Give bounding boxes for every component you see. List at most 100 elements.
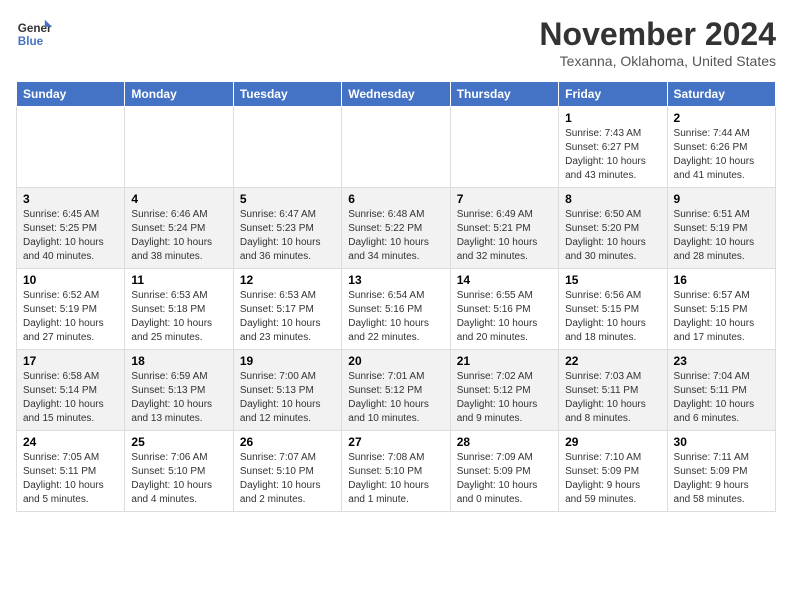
day-info: Sunrise: 6:55 AM Sunset: 5:16 PM Dayligh… <box>457 289 552 345</box>
day-number: 10 <box>23 273 118 287</box>
day-info: Sunrise: 6:50 AM Sunset: 5:20 PM Dayligh… <box>565 208 660 264</box>
day-info: Sunrise: 7:43 AM Sunset: 6:27 PM Dayligh… <box>565 127 660 183</box>
day-number: 17 <box>23 354 118 368</box>
day-number: 30 <box>674 435 769 449</box>
day-info: Sunrise: 7:08 AM Sunset: 5:10 PM Dayligh… <box>348 451 443 507</box>
day-info: Sunrise: 7:02 AM Sunset: 5:12 PM Dayligh… <box>457 370 552 426</box>
calendar-cell: 9 Sunrise: 6:51 AM Sunset: 5:19 PM Daylig… <box>667 188 775 269</box>
day-info: Sunrise: 6:49 AM Sunset: 5:21 PM Dayligh… <box>457 208 552 264</box>
logo-icon: General Blue <box>16 16 52 52</box>
logo: General Blue General Blue <box>16 16 52 52</box>
location-title: Texanna, Oklahoma, United States <box>539 53 776 69</box>
day-info: Sunrise: 7:00 AM Sunset: 5:13 PM Dayligh… <box>240 370 335 426</box>
calendar-cell <box>342 107 450 188</box>
day-number: 24 <box>23 435 118 449</box>
day-info: Sunrise: 7:11 AM Sunset: 5:09 PM Dayligh… <box>674 451 769 507</box>
calendar-cell: 8 Sunrise: 6:50 AM Sunset: 5:20 PM Daylig… <box>559 188 667 269</box>
day-number: 23 <box>674 354 769 368</box>
calendar-cell: 7 Sunrise: 6:49 AM Sunset: 5:21 PM Daylig… <box>450 188 558 269</box>
calendar-week-row: 10Sunrise: 6:52 AM Sunset: 5:19 PM Dayli… <box>17 269 776 350</box>
calendar-week-row: 1 Sunrise: 7:43 AM Sunset: 6:27 PM Daylig… <box>17 107 776 188</box>
day-number: 18 <box>131 354 226 368</box>
day-number: 21 <box>457 354 552 368</box>
day-info: Sunrise: 6:46 AM Sunset: 5:24 PM Dayligh… <box>131 208 226 264</box>
day-number: 12 <box>240 273 335 287</box>
day-info: Sunrise: 7:05 AM Sunset: 5:11 PM Dayligh… <box>23 451 118 507</box>
calendar-cell: 27 Sunrise: 7:08 AM Sunset: 5:10 PM Dayli… <box>342 431 450 512</box>
day-number: 1 <box>565 111 660 125</box>
day-number: 9 <box>674 192 769 206</box>
day-number: 2 <box>674 111 769 125</box>
calendar-cell: 24 Sunrise: 7:05 AM Sunset: 5:11 PM Dayli… <box>17 431 125 512</box>
weekday-header-row: SundayMondayTuesdayWednesdayThursdayFrid… <box>17 82 776 107</box>
day-number: 27 <box>348 435 443 449</box>
weekday-header-sunday: Sunday <box>17 82 125 107</box>
day-info: Sunrise: 6:59 AM Sunset: 5:13 PM Dayligh… <box>131 370 226 426</box>
calendar-cell: 10Sunrise: 6:52 AM Sunset: 5:19 PM Dayli… <box>17 269 125 350</box>
calendar-cell: 30 Sunrise: 7:11 AM Sunset: 5:09 PM Dayli… <box>667 431 775 512</box>
svg-text:Blue: Blue <box>18 35 44 48</box>
weekday-header-thursday: Thursday <box>450 82 558 107</box>
page-header: General Blue General Blue November 2024 … <box>16 16 776 69</box>
day-number: 5 <box>240 192 335 206</box>
day-number: 20 <box>348 354 443 368</box>
day-number: 25 <box>131 435 226 449</box>
calendar-cell: 13 Sunrise: 6:54 AM Sunset: 5:16 PM Dayli… <box>342 269 450 350</box>
weekday-header-friday: Friday <box>559 82 667 107</box>
day-number: 22 <box>565 354 660 368</box>
day-info: Sunrise: 6:58 AM Sunset: 5:14 PM Dayligh… <box>23 370 118 426</box>
month-title: November 2024 <box>539 16 776 53</box>
calendar-week-row: 17 Sunrise: 6:58 AM Sunset: 5:14 PM Dayli… <box>17 350 776 431</box>
title-area: November 2024 Texanna, Oklahoma, United … <box>539 16 776 69</box>
calendar-cell: 26 Sunrise: 7:07 AM Sunset: 5:10 PM Dayli… <box>233 431 341 512</box>
calendar-table: SundayMondayTuesdayWednesdayThursdayFrid… <box>16 81 776 512</box>
calendar-cell: 15 Sunrise: 6:56 AM Sunset: 5:15 PM Dayli… <box>559 269 667 350</box>
calendar-cell: 5 Sunrise: 6:47 AM Sunset: 5:23 PM Daylig… <box>233 188 341 269</box>
day-info: Sunrise: 6:47 AM Sunset: 5:23 PM Dayligh… <box>240 208 335 264</box>
day-number: 3 <box>23 192 118 206</box>
day-number: 11 <box>131 273 226 287</box>
day-info: Sunrise: 7:06 AM Sunset: 5:10 PM Dayligh… <box>131 451 226 507</box>
calendar-cell: 23 Sunrise: 7:04 AM Sunset: 5:11 PM Dayli… <box>667 350 775 431</box>
calendar-cell: 12 Sunrise: 6:53 AM Sunset: 5:17 PM Dayli… <box>233 269 341 350</box>
calendar-cell: 2 Sunrise: 7:44 AM Sunset: 6:26 PM Daylig… <box>667 107 775 188</box>
day-number: 6 <box>348 192 443 206</box>
day-info: Sunrise: 7:07 AM Sunset: 5:10 PM Dayligh… <box>240 451 335 507</box>
calendar-cell <box>125 107 233 188</box>
day-info: Sunrise: 6:51 AM Sunset: 5:19 PM Dayligh… <box>674 208 769 264</box>
calendar-cell: 1 Sunrise: 7:43 AM Sunset: 6:27 PM Daylig… <box>559 107 667 188</box>
calendar-cell: 18 Sunrise: 6:59 AM Sunset: 5:13 PM Dayli… <box>125 350 233 431</box>
calendar-cell: 22 Sunrise: 7:03 AM Sunset: 5:11 PM Dayli… <box>559 350 667 431</box>
day-number: 29 <box>565 435 660 449</box>
day-info: Sunrise: 6:48 AM Sunset: 5:22 PM Dayligh… <box>348 208 443 264</box>
day-info: Sunrise: 7:04 AM Sunset: 5:11 PM Dayligh… <box>674 370 769 426</box>
calendar-cell <box>450 107 558 188</box>
day-number: 8 <box>565 192 660 206</box>
calendar-cell: 25 Sunrise: 7:06 AM Sunset: 5:10 PM Dayli… <box>125 431 233 512</box>
day-number: 19 <box>240 354 335 368</box>
day-info: Sunrise: 6:45 AM Sunset: 5:25 PM Dayligh… <box>23 208 118 264</box>
calendar-cell: 4 Sunrise: 6:46 AM Sunset: 5:24 PM Daylig… <box>125 188 233 269</box>
day-number: 7 <box>457 192 552 206</box>
calendar-cell: 3 Sunrise: 6:45 AM Sunset: 5:25 PM Daylig… <box>17 188 125 269</box>
day-info: Sunrise: 7:09 AM Sunset: 5:09 PM Dayligh… <box>457 451 552 507</box>
day-info: Sunrise: 7:03 AM Sunset: 5:11 PM Dayligh… <box>565 370 660 426</box>
day-info: Sunrise: 6:54 AM Sunset: 5:16 PM Dayligh… <box>348 289 443 345</box>
calendar-cell: 21 Sunrise: 7:02 AM Sunset: 5:12 PM Dayli… <box>450 350 558 431</box>
day-info: Sunrise: 6:56 AM Sunset: 5:15 PM Dayligh… <box>565 289 660 345</box>
day-number: 26 <box>240 435 335 449</box>
calendar-week-row: 3 Sunrise: 6:45 AM Sunset: 5:25 PM Daylig… <box>17 188 776 269</box>
calendar-cell: 17 Sunrise: 6:58 AM Sunset: 5:14 PM Dayli… <box>17 350 125 431</box>
day-number: 13 <box>348 273 443 287</box>
weekday-header-monday: Monday <box>125 82 233 107</box>
calendar-cell: 16 Sunrise: 6:57 AM Sunset: 5:15 PM Dayli… <box>667 269 775 350</box>
day-number: 28 <box>457 435 552 449</box>
day-number: 15 <box>565 273 660 287</box>
day-info: Sunrise: 7:44 AM Sunset: 6:26 PM Dayligh… <box>674 127 769 183</box>
day-info: Sunrise: 6:53 AM Sunset: 5:17 PM Dayligh… <box>240 289 335 345</box>
day-info: Sunrise: 6:57 AM Sunset: 5:15 PM Dayligh… <box>674 289 769 345</box>
day-number: 4 <box>131 192 226 206</box>
calendar-cell: 14Sunrise: 6:55 AM Sunset: 5:16 PM Dayli… <box>450 269 558 350</box>
calendar-cell: 29Sunrise: 7:10 AM Sunset: 5:09 PM Dayli… <box>559 431 667 512</box>
day-number: 16 <box>674 273 769 287</box>
